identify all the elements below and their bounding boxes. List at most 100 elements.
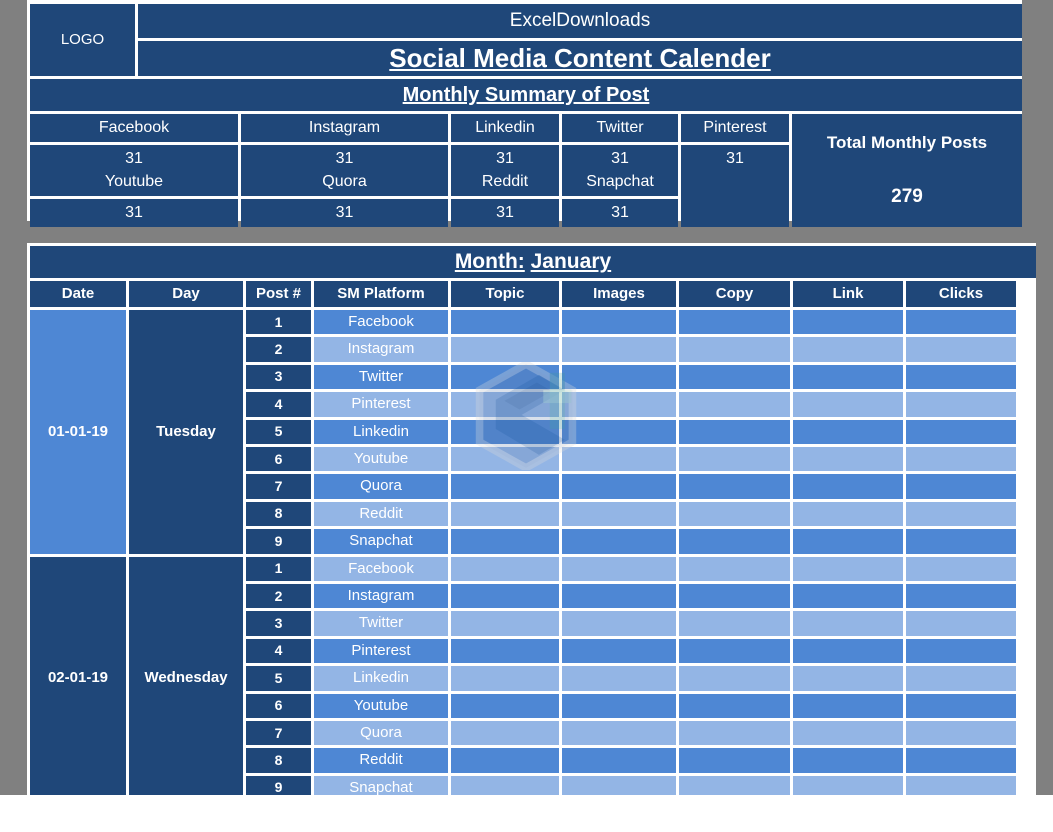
link-cell[interactable] bbox=[793, 310, 903, 335]
post-number-cell[interactable]: 9 bbox=[246, 529, 311, 554]
clicks-cell[interactable] bbox=[906, 638, 1016, 664]
copy-cell[interactable] bbox=[679, 666, 790, 691]
copy-cell[interactable] bbox=[679, 693, 790, 718]
day-cell[interactable]: Wednesday bbox=[129, 556, 243, 801]
post-number-cell[interactable]: 8 bbox=[246, 501, 311, 527]
link-cell[interactable] bbox=[793, 447, 903, 472]
post-number-cell[interactable]: 1 bbox=[246, 556, 311, 581]
summary-count-quora[interactable]: 31 bbox=[241, 199, 448, 227]
images-cell[interactable] bbox=[562, 529, 676, 554]
post-number-cell[interactable]: 8 bbox=[246, 748, 311, 773]
images-cell[interactable] bbox=[562, 721, 676, 746]
topic-cell[interactable] bbox=[451, 556, 559, 581]
copy-cell[interactable] bbox=[679, 529, 790, 554]
sm-platform-cell[interactable]: Instagram bbox=[314, 337, 448, 362]
date-cell[interactable]: 01-01-19 bbox=[30, 310, 126, 554]
clicks-cell[interactable] bbox=[906, 693, 1016, 718]
copy-cell[interactable] bbox=[679, 364, 790, 390]
copy-cell[interactable] bbox=[679, 310, 790, 335]
day-cell[interactable]: Tuesday bbox=[129, 310, 243, 554]
post-number-cell[interactable]: 5 bbox=[246, 419, 311, 444]
topic-cell[interactable] bbox=[451, 364, 559, 390]
sm-platform-cell[interactable]: Pinterest bbox=[314, 392, 448, 417]
images-cell[interactable] bbox=[562, 638, 676, 664]
link-cell[interactable] bbox=[793, 392, 903, 417]
images-cell[interactable] bbox=[562, 392, 676, 417]
post-number-cell[interactable]: 4 bbox=[246, 638, 311, 664]
images-cell[interactable] bbox=[562, 666, 676, 691]
topic-cell[interactable] bbox=[451, 748, 559, 773]
clicks-cell[interactable] bbox=[906, 529, 1016, 554]
images-cell[interactable] bbox=[562, 748, 676, 773]
sm-platform-cell[interactable]: Twitter bbox=[314, 364, 448, 390]
sm-platform-cell[interactable]: Reddit bbox=[314, 748, 448, 773]
post-number-cell[interactable]: 7 bbox=[246, 721, 311, 746]
post-number-cell[interactable]: 7 bbox=[246, 474, 311, 499]
post-number-cell[interactable]: 6 bbox=[246, 693, 311, 718]
copy-cell[interactable] bbox=[679, 584, 790, 609]
images-cell[interactable] bbox=[562, 364, 676, 390]
date-cell[interactable]: 02-01-19 bbox=[30, 556, 126, 801]
images-cell[interactable] bbox=[562, 584, 676, 609]
clicks-cell[interactable] bbox=[906, 611, 1016, 636]
link-cell[interactable] bbox=[793, 693, 903, 718]
link-cell[interactable] bbox=[793, 419, 903, 444]
topic-cell[interactable] bbox=[451, 693, 559, 718]
sm-platform-cell[interactable]: Facebook bbox=[314, 310, 448, 335]
copy-cell[interactable] bbox=[679, 419, 790, 444]
sm-platform-cell[interactable]: Pinterest bbox=[314, 638, 448, 664]
post-number-cell[interactable]: 2 bbox=[246, 337, 311, 362]
clicks-cell[interactable] bbox=[906, 556, 1016, 581]
images-cell[interactable] bbox=[562, 501, 676, 527]
sm-platform-cell[interactable]: Facebook bbox=[314, 556, 448, 581]
link-cell[interactable] bbox=[793, 364, 903, 390]
post-number-cell[interactable]: 3 bbox=[246, 611, 311, 636]
clicks-cell[interactable] bbox=[906, 748, 1016, 773]
clicks-cell[interactable] bbox=[906, 721, 1016, 746]
topic-cell[interactable] bbox=[451, 474, 559, 499]
link-cell[interactable] bbox=[793, 501, 903, 527]
post-number-cell[interactable]: 3 bbox=[246, 364, 311, 390]
images-cell[interactable] bbox=[562, 419, 676, 444]
clicks-cell[interactable] bbox=[906, 392, 1016, 417]
total-monthly-posts-value[interactable]: 279 bbox=[792, 168, 1022, 227]
topic-cell[interactable] bbox=[451, 529, 559, 554]
link-cell[interactable] bbox=[793, 638, 903, 664]
topic-cell[interactable] bbox=[451, 611, 559, 636]
link-cell[interactable] bbox=[793, 337, 903, 362]
summary-count-reddit[interactable]: 31 bbox=[451, 199, 559, 227]
sm-platform-cell[interactable]: Linkedin bbox=[314, 419, 448, 444]
copy-cell[interactable] bbox=[679, 611, 790, 636]
sm-platform-cell[interactable]: Linkedin bbox=[314, 666, 448, 691]
copy-cell[interactable] bbox=[679, 721, 790, 746]
link-cell[interactable] bbox=[793, 474, 903, 499]
topic-cell[interactable] bbox=[451, 337, 559, 362]
copy-cell[interactable] bbox=[679, 474, 790, 499]
topic-cell[interactable] bbox=[451, 310, 559, 335]
topic-cell[interactable] bbox=[451, 721, 559, 746]
copy-cell[interactable] bbox=[679, 638, 790, 664]
sm-platform-cell[interactable]: Instagram bbox=[314, 584, 448, 609]
topic-cell[interactable] bbox=[451, 666, 559, 691]
link-cell[interactable] bbox=[793, 748, 903, 773]
topic-cell[interactable] bbox=[451, 638, 559, 664]
clicks-cell[interactable] bbox=[906, 584, 1016, 609]
topic-cell[interactable] bbox=[451, 419, 559, 444]
images-cell[interactable] bbox=[562, 556, 676, 581]
copy-cell[interactable] bbox=[679, 501, 790, 527]
summary-blank-cell[interactable] bbox=[681, 168, 789, 227]
topic-cell[interactable] bbox=[451, 501, 559, 527]
sm-platform-cell[interactable]: Snapchat bbox=[314, 529, 448, 554]
clicks-cell[interactable] bbox=[906, 419, 1016, 444]
post-number-cell[interactable]: 1 bbox=[246, 310, 311, 335]
clicks-cell[interactable] bbox=[906, 364, 1016, 390]
post-number-cell[interactable]: 5 bbox=[246, 666, 311, 691]
copy-cell[interactable] bbox=[679, 556, 790, 581]
sm-platform-cell[interactable]: Quora bbox=[314, 721, 448, 746]
link-cell[interactable] bbox=[793, 721, 903, 746]
sm-platform-cell[interactable]: Youtube bbox=[314, 447, 448, 472]
post-number-cell[interactable]: 6 bbox=[246, 447, 311, 472]
images-cell[interactable] bbox=[562, 611, 676, 636]
clicks-cell[interactable] bbox=[906, 447, 1016, 472]
sm-platform-cell[interactable]: Youtube bbox=[314, 693, 448, 718]
